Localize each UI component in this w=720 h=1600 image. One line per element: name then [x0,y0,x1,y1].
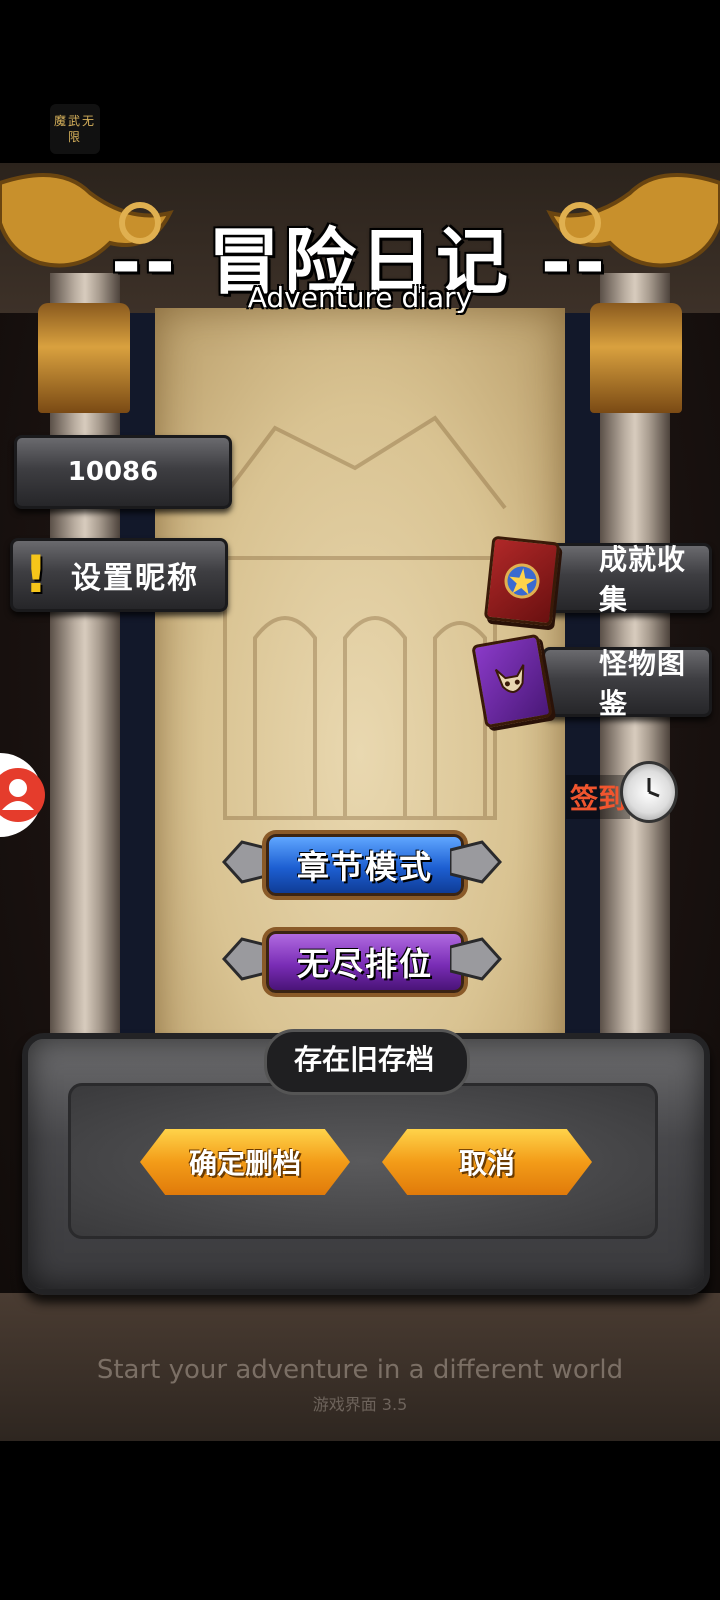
achievements-button[interactable]: 成就收集 [542,543,712,616]
chapter-mode-button[interactable]: 章节模式 [222,826,502,898]
user-profile-button[interactable] [0,753,45,837]
achievements-label: 成就收集 [599,543,687,616]
app-logo-icon: 魔武无限 [50,104,100,154]
demon-skull-icon [494,664,525,693]
endless-ranked-button[interactable]: 无尽排位 [222,923,502,995]
alert-icon: ! [24,545,48,605]
tagline: Start your adventure in a different worl… [96,1355,624,1385]
wing-ornament-icon [450,840,502,884]
set-nickname-label: 设置昵称 [71,561,199,596]
user-icon [0,768,45,822]
page-subtitle: Adventure diary [247,281,473,314]
monster-guide-label: 怪物图鉴 [599,647,687,720]
version-label: 游戏界面 3.5 [312,1395,408,1414]
achievement-book-icon[interactable] [483,535,561,627]
confirm-delete-save-button[interactable]: 确定删档 [140,1129,350,1195]
cancel-button[interactable]: 取消 [382,1129,592,1195]
endless-ranked-label: 无尽排位 [266,931,464,993]
monster-guide-button[interactable]: 怪物图鉴 [542,647,712,720]
player-id-plaque: 10086 [14,435,232,509]
chapter-mode-label: 章节模式 [266,834,464,896]
wing-ornament-icon [450,937,502,981]
stopwatch-icon[interactable] [620,761,678,823]
old-save-dialog: 存在旧存档 确定删档 取消 [22,1029,710,1295]
player-id: 10086 [67,457,159,487]
dialog-title: 存在旧存档 [293,1043,434,1076]
game-scene: -- 冒险日记 -- Adventure diary 10086 设置昵称 ! … [0,163,720,1441]
star-emblem-icon [504,563,540,599]
left-pillar-capital [38,303,130,413]
right-pillar-capital [590,303,682,413]
monster-book-icon[interactable] [471,633,553,729]
